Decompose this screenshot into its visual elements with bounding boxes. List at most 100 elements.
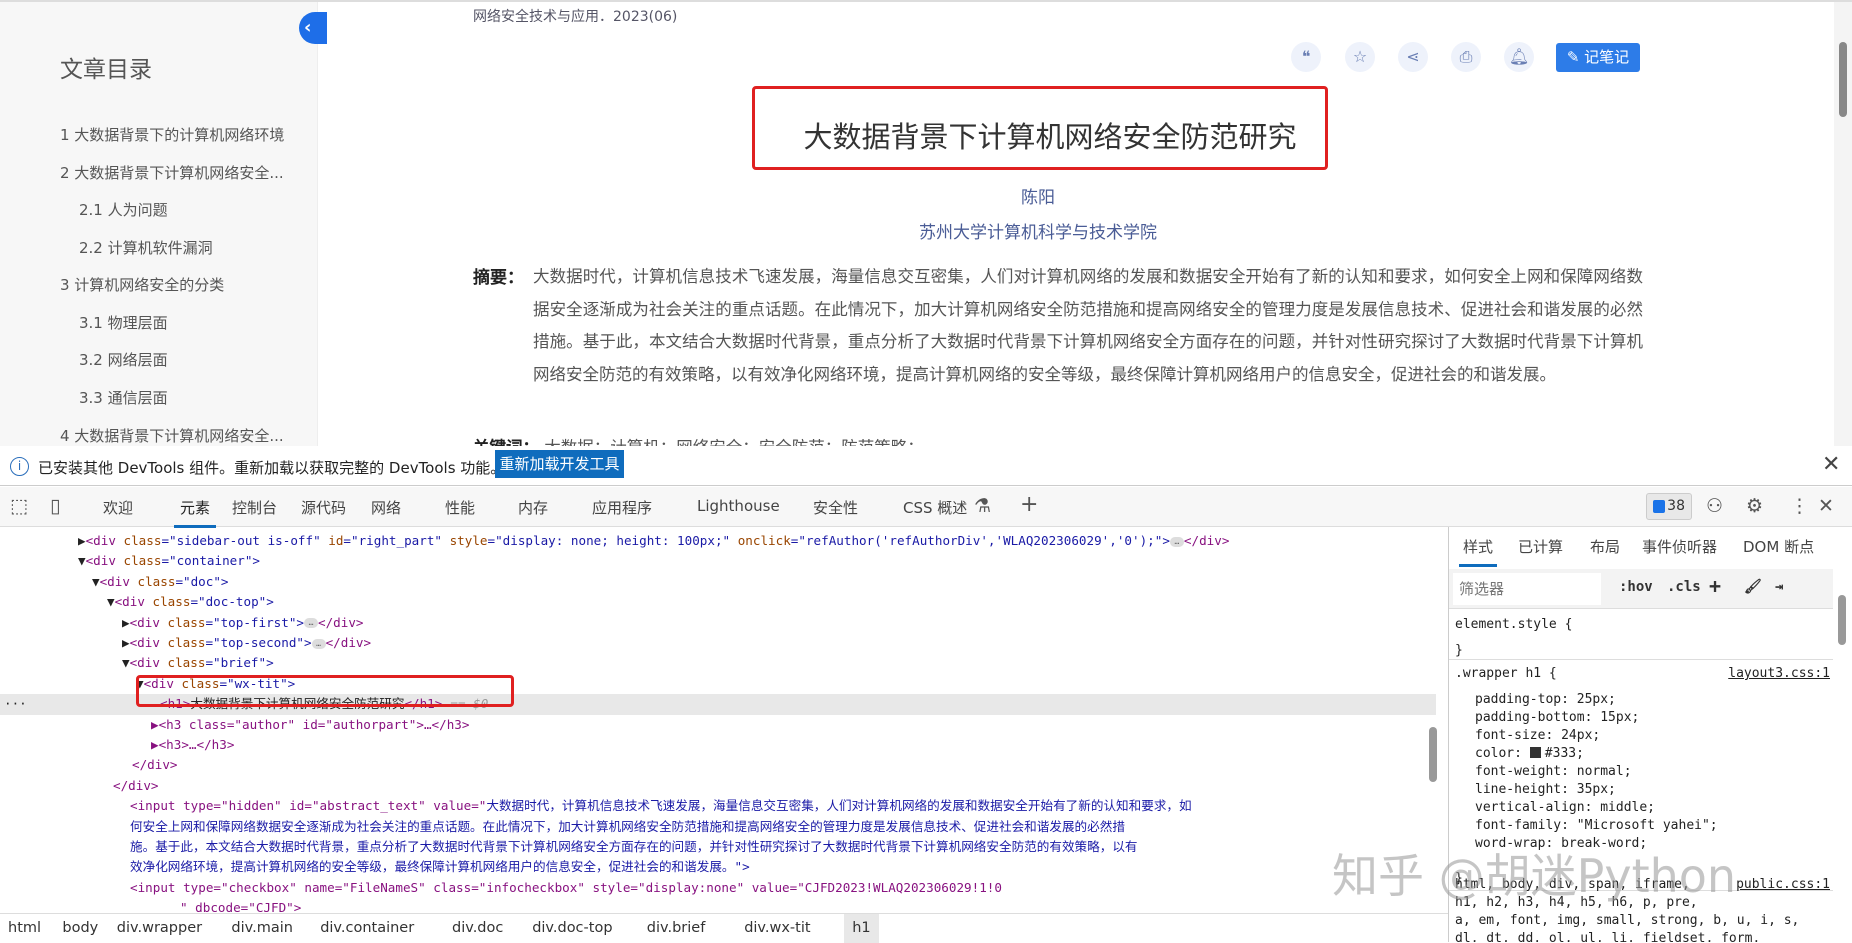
styles-scrollbar[interactable] xyxy=(1835,577,1849,937)
printer-icon[interactable]: ⎙ xyxy=(1451,42,1481,72)
dom-node[interactable]: ▼<div class="container"> xyxy=(0,551,260,571)
breadcrumb-item[interactable]: div.doc xyxy=(452,920,503,936)
css-property[interactable]: color: #333; xyxy=(1475,746,1584,761)
dom-node[interactable]: ▶<div class="top-second">… </div> xyxy=(0,633,371,653)
dom-node[interactable]: </div> xyxy=(0,776,159,796)
breadcrumb-item[interactable]: div.wrapper xyxy=(117,920,202,936)
tab-8[interactable]: Lighthouse xyxy=(697,497,780,515)
rule-source-link[interactable]: layout3.css:1 xyxy=(1728,666,1830,681)
breadcrumb-item[interactable]: body xyxy=(62,920,98,936)
expand-toggle[interactable]: ▼ xyxy=(107,594,115,609)
dom-node[interactable]: ▼<div class="doc"> xyxy=(0,572,229,592)
css-property[interactable]: vertical-align: middle; xyxy=(1475,800,1655,815)
breadcrumb-item[interactable]: div.main xyxy=(231,920,293,936)
breadcrumb-item[interactable]: div.doc-top xyxy=(532,920,612,936)
author-link[interactable]: 陈阳 xyxy=(0,183,1852,208)
expand-toggle[interactable]: ▼ xyxy=(92,574,100,589)
tab-7[interactable]: 应用程序 xyxy=(592,497,652,518)
scrollbar-thumb[interactable] xyxy=(1839,42,1847,117)
css-property[interactable]: font-size: 24px; xyxy=(1475,728,1600,743)
dom-node[interactable]: <input type="checkbox" name="FileNameS" … xyxy=(0,878,1002,898)
ellipsis-button[interactable]: … xyxy=(311,638,326,649)
dom-node[interactable]: 施。基于此，本文结合大数据时代背景，重点分析了大数据时代背景下计算机网络安全方面… xyxy=(0,837,1138,857)
dom-node[interactable]: ▶<div class="top-first">… </div> xyxy=(0,613,364,633)
tab-0[interactable]: 欢迎 xyxy=(103,497,133,518)
toc-item[interactable]: 3 计算机网络安全的分类 xyxy=(60,274,224,295)
css-property[interactable]: font-weight: normal; xyxy=(1475,764,1632,779)
tab-5[interactable]: 性能 xyxy=(445,497,475,518)
close-devtools-icon[interactable]: ✕ xyxy=(1818,495,1834,517)
css-property[interactable]: font-family: "Microsoft yahei"; xyxy=(1475,818,1718,833)
tab-4[interactable]: 网络 xyxy=(371,497,401,518)
tab-6[interactable]: 内存 xyxy=(518,497,548,518)
breadcrumb-item[interactable]: h1 xyxy=(844,914,879,943)
device-toolbar-icon[interactable]: ▯ xyxy=(50,495,60,517)
rule-selector[interactable]: dl, dt, dd, ol, ul, li, fieldset, form, xyxy=(1455,931,1760,942)
rule-selector[interactable]: .wrapper h1 { xyxy=(1455,666,1557,681)
toc-item[interactable]: 4 大数据背景下计算机网络安全... xyxy=(60,425,284,446)
dom-node[interactable]: ▼<div class="doc-top"> xyxy=(0,592,274,612)
dom-node[interactable]: ▶<h3>…</h3> xyxy=(0,735,234,755)
star-icon[interactable]: ☆ xyxy=(1345,42,1375,72)
styles-tab-3[interactable]: 事件侦听器 xyxy=(1642,536,1717,557)
scrollbar-thumb[interactable] xyxy=(1429,727,1437,782)
expand-toggle[interactable]: ▼ xyxy=(122,655,130,670)
toc-item[interactable]: 2 大数据背景下计算机网络安全... xyxy=(60,162,284,183)
rule-selector[interactable]: a, em, font, img, small, strong, b, u, i… xyxy=(1455,913,1799,928)
reload-devtools-button[interactable]: 重新加载开发工具 xyxy=(495,450,624,478)
close-icon[interactable]: ✕ xyxy=(1822,452,1840,477)
breadcrumb-item[interactable]: div.wx-tit xyxy=(744,920,810,936)
breadcrumb-item[interactable]: html xyxy=(8,920,41,936)
dom-node[interactable]: ▶<h3 class="author" id="authorpart">…</h… xyxy=(0,715,469,735)
new-rule-icon[interactable]: + xyxy=(1709,574,1721,598)
more-icon[interactable]: ⋮ xyxy=(1790,495,1809,517)
take-note-button[interactable]: ✎ 记笔记 xyxy=(1556,43,1640,72)
expand-toggle[interactable]: ▶ xyxy=(122,615,130,630)
tab-1[interactable]: 元素 xyxy=(173,497,217,528)
expand-toggle[interactable]: ▶ xyxy=(78,533,86,548)
bell-icon[interactable]: 🔔︎ xyxy=(1504,42,1534,72)
dom-node[interactable]: ▼<div class="brief"> xyxy=(0,653,274,673)
add-tab-icon[interactable]: + xyxy=(1020,492,1038,517)
styles-tab-4[interactable]: DOM 断点 xyxy=(1743,536,1814,557)
breadcrumb-item[interactable]: div.brief xyxy=(647,920,706,936)
dom-node[interactable]: </div> xyxy=(0,755,178,775)
collapse-toc-button[interactable]: ‹ xyxy=(299,12,327,44)
expand-toggle[interactable]: ▼ xyxy=(78,553,86,568)
scrollbar-thumb[interactable] xyxy=(1838,595,1846,645)
connect-icon[interactable]: ⚇ xyxy=(1706,495,1723,517)
tab-9[interactable]: 安全性 xyxy=(813,497,858,518)
share-icon[interactable]: ⋖ xyxy=(1398,42,1428,72)
breadcrumb-item[interactable]: div.container xyxy=(320,920,414,936)
dom-node[interactable]: " dbcode="CJFD"> xyxy=(0,898,301,913)
element-style-selector[interactable]: element.style { xyxy=(1455,617,1572,632)
quote-icon[interactable]: ❝ xyxy=(1291,42,1321,72)
toc-item[interactable]: 3.3 通信层面 xyxy=(79,387,168,408)
affiliation-link[interactable]: 苏州大学计算机科学与技术学院 xyxy=(0,218,1852,243)
styles-tab-2[interactable]: 布局 xyxy=(1590,536,1620,557)
cls-toggle[interactable]: .cls xyxy=(1667,579,1701,595)
issues-badge[interactable]: 38 xyxy=(1646,493,1692,520)
toc-item[interactable]: 3.1 物理层面 xyxy=(79,312,168,333)
dom-node[interactable]: ▶<div class="sidebar-out is-off" id="rig… xyxy=(0,531,1229,551)
tab-10[interactable]: CSS 概述 xyxy=(903,497,967,518)
dom-node[interactable]: 效净化网络环境，提高计算机网络的安全等级，最终保障计算机网络用户的信息安全，促进… xyxy=(0,857,750,877)
more-icon[interactable]: ··· xyxy=(4,694,27,714)
inspect-element-icon[interactable]: ⬚ xyxy=(10,495,28,517)
hov-toggle[interactable]: :hov xyxy=(1619,579,1653,595)
css-property[interactable]: line-height: 35px; xyxy=(1475,782,1616,797)
keywords[interactable]: 大数据；计算机；网络安全；安全防范；防范策略； xyxy=(544,438,924,446)
styles-tab-0[interactable]: 样式 xyxy=(1458,536,1498,567)
rule-source-link[interactable]: public.css:1 xyxy=(1736,877,1830,892)
css-property[interactable]: padding-top: 25px; xyxy=(1475,692,1616,707)
filter-input[interactable] xyxy=(1453,573,1601,605)
paint-brush-icon[interactable]: 🖌︎ xyxy=(1744,579,1762,595)
journal-info[interactable]: 网络安全技术与应用．2023(06) xyxy=(473,6,677,26)
toc-item[interactable]: 1 大数据背景下的计算机网络环境 xyxy=(60,124,284,145)
styles-tab-1[interactable]: 已计算 xyxy=(1518,536,1563,557)
expand-toggle[interactable]: ▶ xyxy=(122,635,130,650)
css-property[interactable]: padding-bottom: 15px; xyxy=(1475,710,1639,725)
ellipsis-button[interactable]: … xyxy=(1169,536,1184,547)
dom-node[interactable]: <input type="hidden" id="abstract_text" … xyxy=(0,796,1192,816)
tab-2[interactable]: 控制台 xyxy=(232,497,277,518)
